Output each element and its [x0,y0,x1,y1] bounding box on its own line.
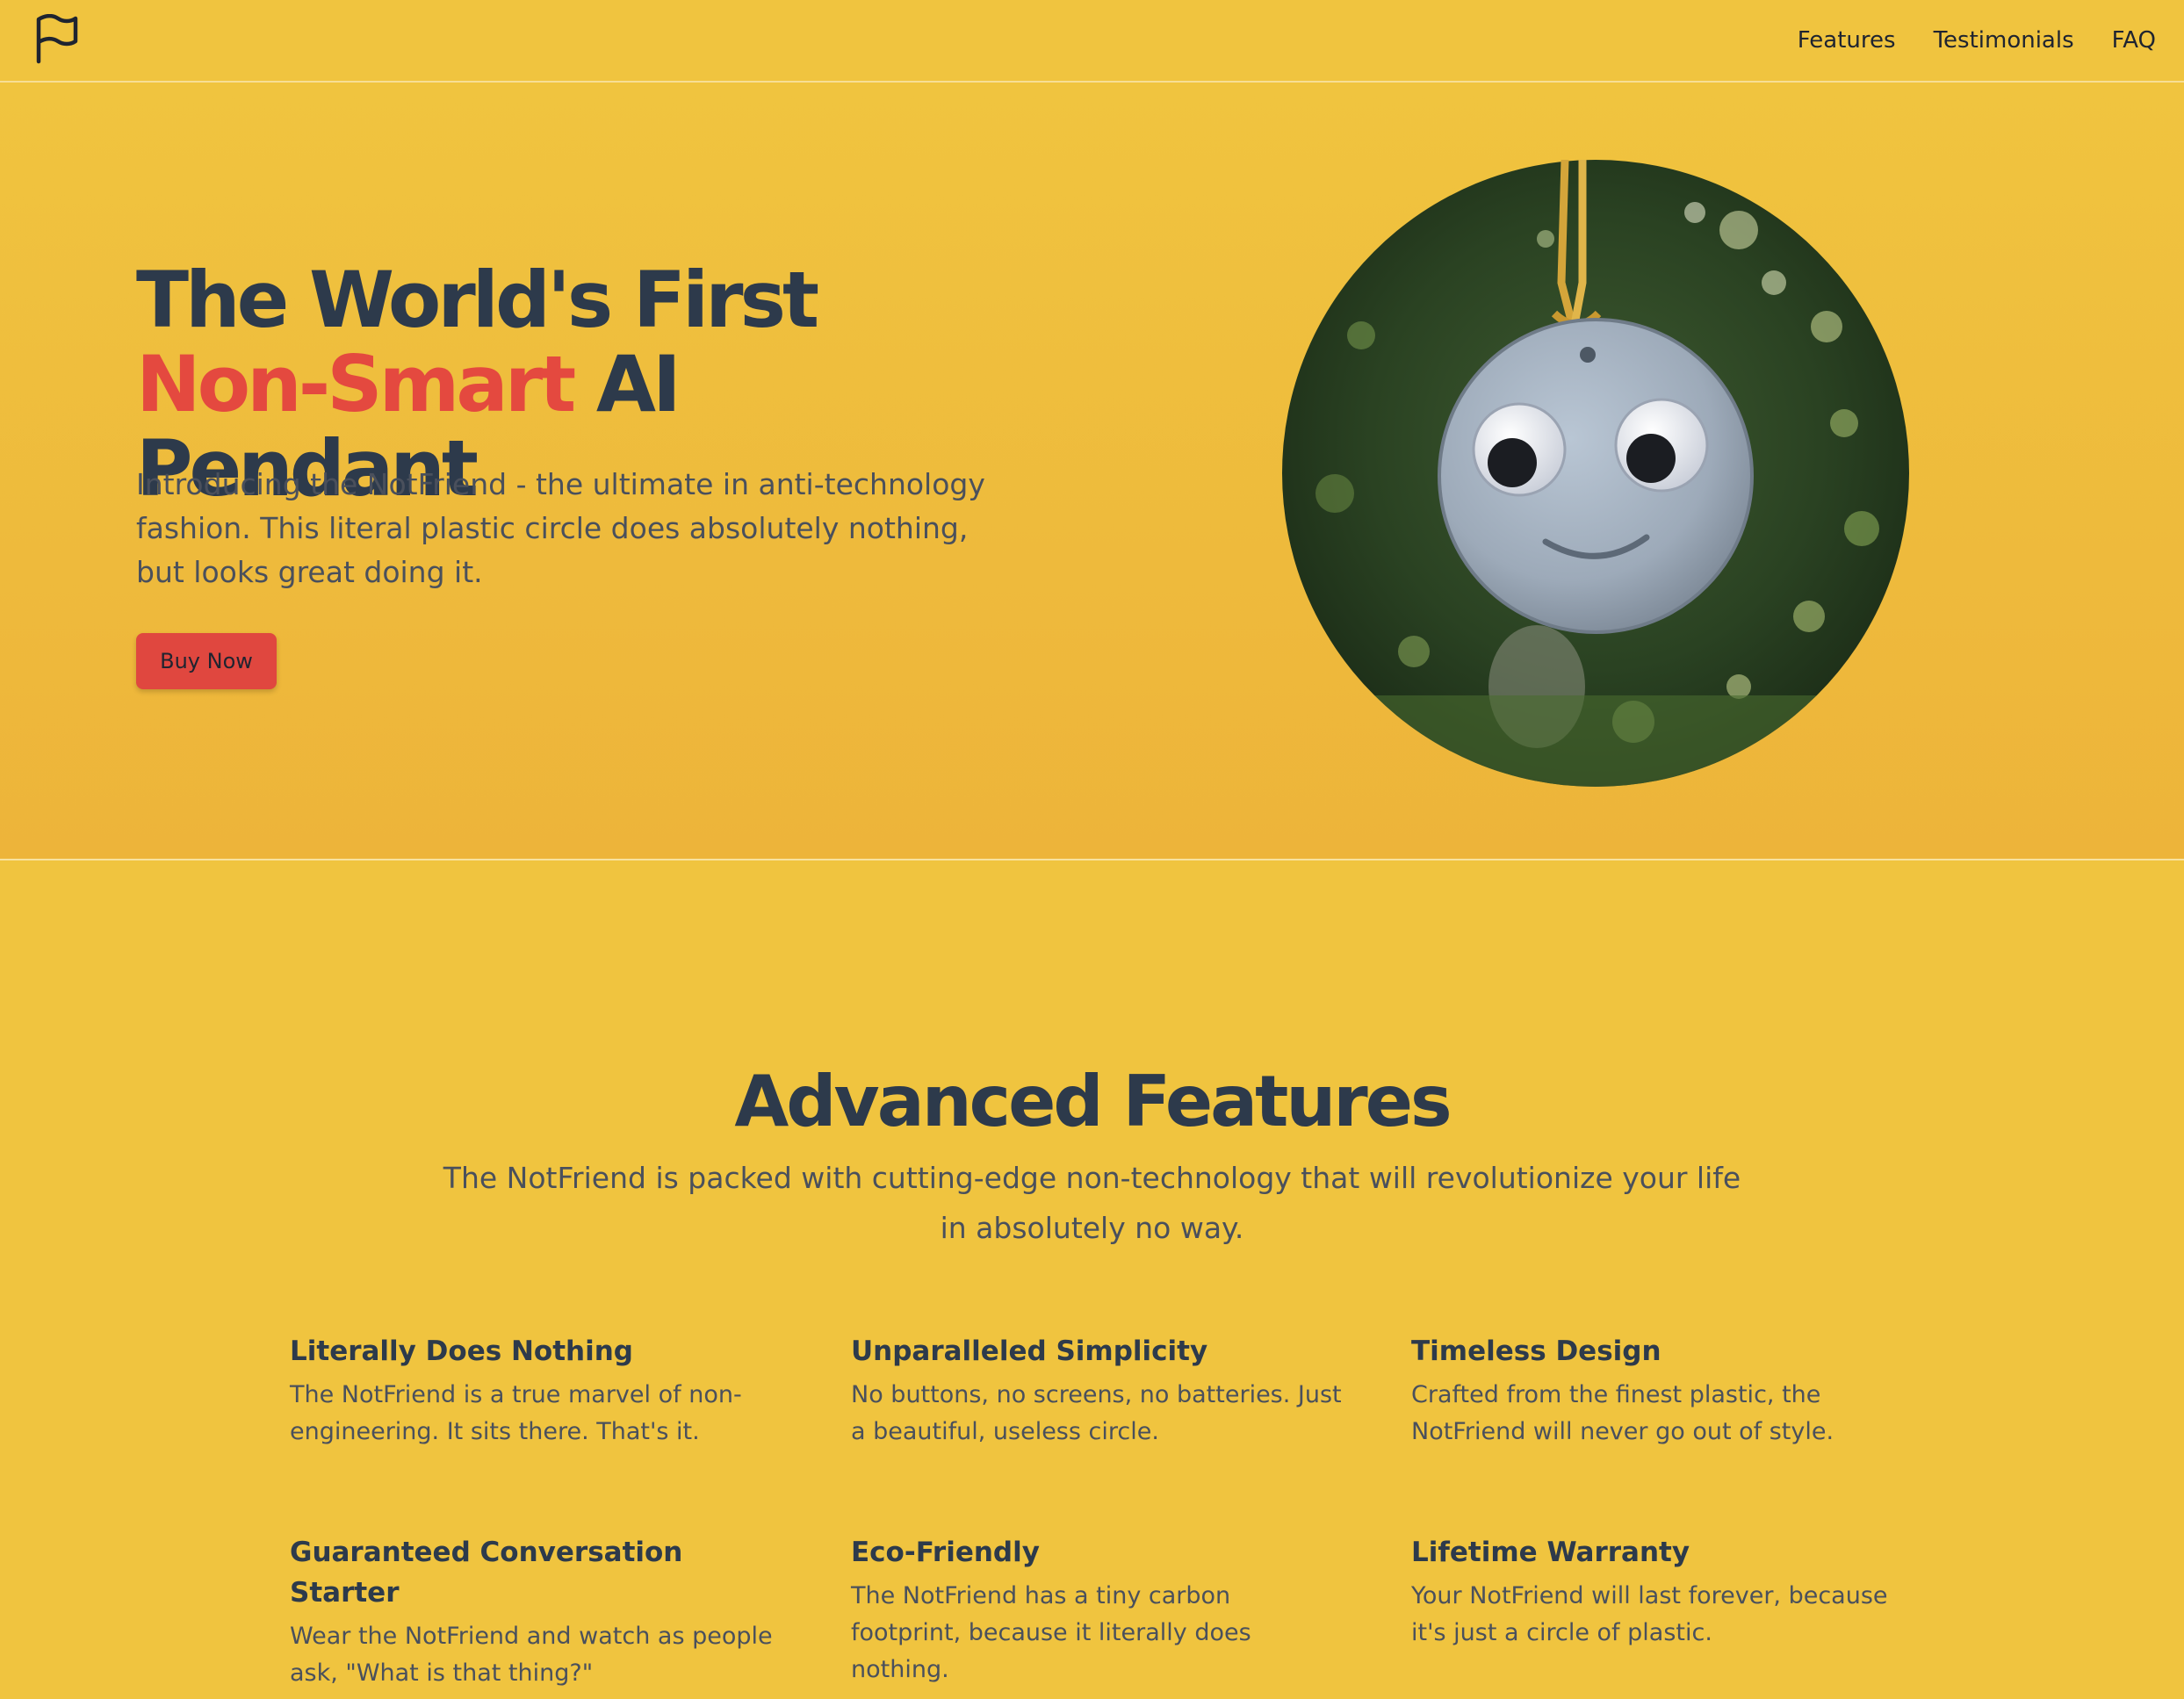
feature-card: Unparalleled Simplicity No buttons, no s… [851,1331,1343,1451]
feature-text: Wear the NotFriend and watch as people a… [290,1623,773,1687]
feature-title: Literally Does Nothing [290,1335,633,1367]
features-title: Advanced Features [734,1061,1452,1142]
feature-text: The NotFriend is a true marvel of non-en… [290,1381,742,1445]
feature-card: Lifetime Warranty Your NotFriend will la… [1411,1532,1903,1652]
flag-icon[interactable] [33,14,79,65]
site-header: Features Testimonials FAQ [0,0,2184,83]
feature-title: Lifetime Warranty [1411,1537,1690,1568]
feature-card: Guaranteed Conversation Starter Wear the… [290,1532,782,1692]
feature-text: No buttons, no screens, no batteries. Ju… [851,1381,1342,1445]
hero-title-part1: The World's First [136,255,819,345]
feature-card: Timeless Design Crafted from the finest … [1411,1331,1903,1451]
nav-link-features[interactable]: Features [1798,25,1896,56]
feature-title: Unparalleled Simplicity [851,1335,1208,1367]
feature-title: Guaranteed Conversation Starter [290,1537,683,1609]
buy-now-button[interactable]: Buy Now [136,633,277,689]
pendant-photo [1282,160,1909,787]
feature-text: The NotFriend has a tiny carbon footprin… [851,1582,1251,1683]
feature-title: Eco-Friendly [851,1537,1040,1568]
feature-text: Crafted from the finest plastic, the Not… [1411,1381,1834,1445]
feature-text: Your NotFriend will last forever, becaus… [1411,1582,1888,1646]
hero-subtitle: Introducing the NotFriend - the ultimate… [136,467,985,589]
nav-link-testimonials[interactable]: Testimonials [1934,25,2074,56]
hero-section: The World's First Non-Smart AI Pendant I… [0,83,2184,860]
feature-title: Timeless Design [1411,1335,1661,1367]
features-subtitle: The NotFriend is packed with cutting-edg… [443,1161,1741,1245]
feature-card: Literally Does Nothing The NotFriend is … [290,1331,782,1451]
feature-card: Eco-Friendly The NotFriend has a tiny ca… [851,1532,1343,1688]
nav-link-faq[interactable]: FAQ [2112,25,2156,56]
hero-title-accent: Non-Smart [136,339,576,429]
main-nav: Features Testimonials FAQ [1798,25,2156,56]
